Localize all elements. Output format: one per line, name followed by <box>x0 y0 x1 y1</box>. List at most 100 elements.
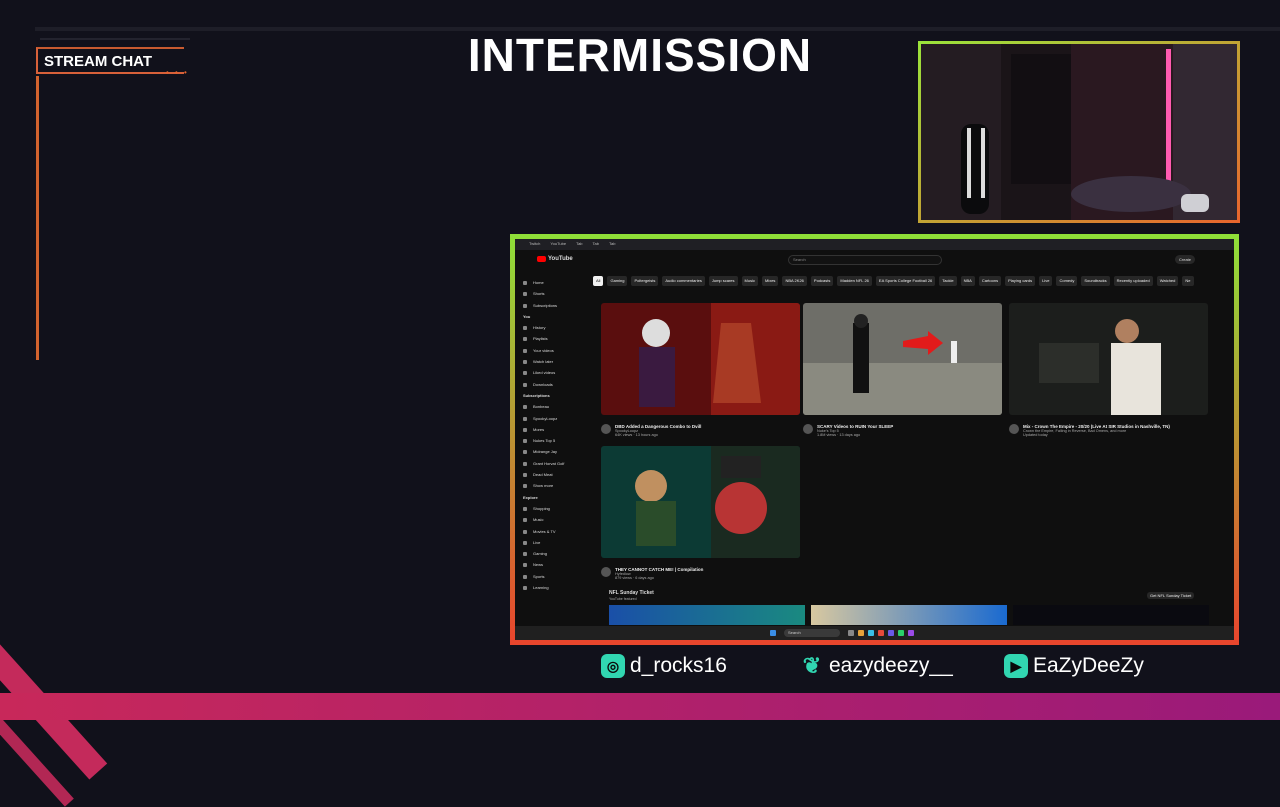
taskbar-search[interactable]: Search <box>784 629 840 637</box>
sidebar-section-header: Explore <box>523 494 538 500</box>
instagram-social[interactable]: ◎ d_rocks16 <box>601 652 727 680</box>
browser-tab[interactable]: Tab <box>589 239 603 250</box>
sidebar-item[interactable]: SpookyLoopz <box>519 413 589 424</box>
twitter-icon: ❦ <box>802 653 822 678</box>
edge-icon[interactable] <box>868 630 874 636</box>
youtube-sidebar: Home Shorts Subscriptions You History Playlis… <box>519 277 589 593</box>
filter-chip[interactable]: Tackle <box>939 276 957 286</box>
filter-chips: All Gaming Poltergeists Audio commentaries J… <box>593 276 1223 286</box>
promo-banner[interactable] <box>1013 605 1209 625</box>
browser-tab[interactable]: YouTube <box>546 239 570 250</box>
video-thumbnail[interactable] <box>601 303 800 415</box>
filter-chip[interactable]: Live <box>1039 276 1053 286</box>
windows-start-icon[interactable] <box>770 630 776 636</box>
filter-chip[interactable]: Audio commentaries <box>662 276 705 286</box>
promo-banner[interactable] <box>609 605 805 625</box>
browser-tab[interactable]: Tab <box>605 239 619 250</box>
filter-chip[interactable]: EA Sports College Football 26 <box>875 276 936 286</box>
intermission-heading: INTERMISSION <box>467 29 813 81</box>
promo-button[interactable]: Get NFL Sunday Ticket <box>1147 592 1195 599</box>
youtube-social[interactable]: ▶ EaZyDeeZy <box>1004 652 1144 680</box>
video-meta: 64K views · 13 hours ago <box>615 433 658 437</box>
youtube-play-icon <box>537 256 546 262</box>
video-title[interactable]: THEY CANNOT CATCH ME! | Compilation <box>601 567 800 577</box>
youtube-logo[interactable]: YouTube <box>537 256 573 262</box>
filter-chip[interactable]: Comedy <box>1056 276 1078 286</box>
filter-chip[interactable]: Ne <box>1182 276 1194 286</box>
sidebar-item[interactable]: Gaming <box>519 548 589 559</box>
filter-chip[interactable]: Music <box>741 276 758 286</box>
sidebar-item[interactable]: Bonbeau <box>519 401 589 412</box>
windows-taskbar: Search <box>515 626 1234 640</box>
filter-chip[interactable]: Recently uploaded <box>1113 276 1153 286</box>
video-meta: 1.8M views · 13 days ago <box>817 433 861 437</box>
filter-chip[interactable]: Podcasts <box>810 276 834 286</box>
sidebar-item[interactable]: Shopping <box>519 503 589 514</box>
sidebar-item[interactable]: Nukes Top 5 <box>519 435 589 446</box>
sidebar-item[interactable]: Grant Horvat Golf <box>519 458 589 469</box>
sidebar-item[interactable]: History <box>519 322 589 333</box>
video-title[interactable]: SCARY Videos to RUIN Your SLEEP <box>803 424 1002 434</box>
filter-chip[interactable]: NBA <box>960 276 975 286</box>
sidebar-item[interactable]: Live <box>519 537 589 548</box>
filter-chip[interactable]: All <box>593 276 604 286</box>
video-meta: Updated today <box>1023 433 1048 437</box>
webcam-scene <box>921 44 1237 220</box>
sidebar-item[interactable]: Learning <box>519 582 589 593</box>
sidebar-item[interactable]: Your videos <box>519 345 589 356</box>
folder-icon[interactable] <box>858 630 864 636</box>
filter-chip[interactable]: Watched <box>1156 276 1179 286</box>
sidebar-item[interactable]: Liked videos <box>519 367 589 378</box>
sidebar-item[interactable]: News <box>519 559 589 570</box>
sidebar-item[interactable]: Downloads <box>519 379 589 390</box>
sidebar-item[interactable]: Show more <box>519 480 589 491</box>
twitter-social[interactable]: ❦ eazydeezy__ <box>800 652 953 680</box>
sidebar-item[interactable]: Sports <box>519 571 589 582</box>
discord-icon[interactable] <box>888 630 894 636</box>
browser-tab[interactable]: Twitch <box>525 239 544 250</box>
video-card[interactable]: Mix - Crown The Empire - 20/20 (Live At … <box>1009 303 1208 437</box>
video-card[interactable]: THEY CANNOT CATCH ME! | Compilation Hyfe… <box>601 446 800 580</box>
filter-chip[interactable]: Gaming <box>607 276 628 286</box>
video-thumbnail[interactable] <box>1009 303 1208 415</box>
video-title[interactable]: DBD Added a Dangerous Combo to Dvill <box>601 424 800 434</box>
twitch-icon[interactable] <box>908 630 914 636</box>
webcam-feed <box>918 41 1240 223</box>
video-meta: 879 views · 6 days ago <box>615 576 654 580</box>
sidebar-item[interactable]: Shorts <box>519 288 589 299</box>
browser-tab[interactable]: Tab <box>572 239 586 250</box>
filter-chip[interactable]: Playing cards <box>1005 276 1036 286</box>
sidebar-item[interactable]: Midrange Jay <box>519 446 589 457</box>
filter-chip[interactable]: NBA 2K26 <box>782 276 807 286</box>
filter-chip[interactable]: Jump scares <box>708 276 738 286</box>
browser-tabstrip: Twitch YouTube Tab Tab Tab <box>515 239 1234 250</box>
video-card[interactable]: SCARY Videos to RUIN Your SLEEP Nuke's T… <box>803 303 1002 437</box>
decorative-dots: • • • <box>166 68 189 77</box>
sidebar-item[interactable]: Subscriptions <box>519 300 589 311</box>
sidebar-item[interactable]: Home <box>519 277 589 288</box>
youtube-search-input[interactable]: Search <box>788 255 942 265</box>
sidebar-item[interactable]: Mores <box>519 424 589 435</box>
create-button[interactable]: Create <box>1175 255 1196 264</box>
youtube-handle: EaZyDeeZy <box>1033 654 1144 677</box>
filter-chip[interactable]: Poltergeists <box>631 276 659 286</box>
video-title[interactable]: Mix - Crown The Empire - 20/20 (Live At … <box>1009 424 1208 434</box>
sidebar-item[interactable]: Movies & TV <box>519 526 589 537</box>
filter-chip[interactable]: Mixes <box>761 276 779 286</box>
sidebar-item[interactable]: Music <box>519 514 589 525</box>
video-card[interactable]: DBD Added a Dangerous Combo to Dvill Spo… <box>601 303 800 437</box>
sidebar-section-header: You <box>523 313 531 319</box>
sidebar-item[interactable]: Playlists <box>519 333 589 344</box>
filter-chip[interactable]: Madden NFL 26 <box>837 276 872 286</box>
sidebar-item[interactable]: Watch later <box>519 356 589 367</box>
chrome-icon[interactable] <box>878 630 884 636</box>
spotify-icon[interactable] <box>898 630 904 636</box>
filter-chip[interactable]: Cartoons <box>978 276 1002 286</box>
taskbar-app-icon[interactable] <box>848 630 854 636</box>
video-thumbnail[interactable] <box>601 446 800 558</box>
sidebar-item[interactable]: Dead Meat <box>519 469 589 480</box>
video-thumbnail[interactable] <box>803 303 1002 415</box>
promo-banner[interactable] <box>811 605 1007 625</box>
twitter-handle: eazydeezy__ <box>829 654 953 677</box>
filter-chip[interactable]: Soundtracks <box>1081 276 1110 286</box>
